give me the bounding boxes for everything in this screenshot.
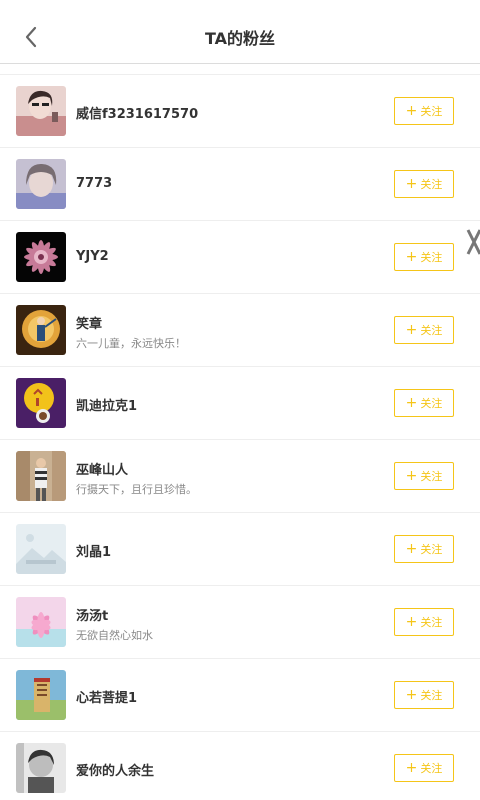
plus-icon: +	[405, 541, 418, 557]
follow-button[interactable]: + 关注	[394, 681, 454, 709]
follow-button[interactable]: + 关注	[394, 316, 454, 344]
user-name[interactable]: 7773	[76, 176, 112, 191]
follow-button[interactable]: + 关注	[394, 462, 454, 490]
follow-label: 关注	[420, 470, 443, 483]
follow-button[interactable]: + 关注	[394, 97, 454, 125]
follow-label: 关注	[420, 762, 443, 775]
user-name[interactable]: YJY2	[76, 249, 109, 264]
follow-label: 关注	[420, 616, 443, 629]
follow-button[interactable]: + 关注	[394, 535, 454, 563]
user-name[interactable]: 凯迪拉克1	[76, 395, 137, 414]
plus-icon: +	[405, 322, 418, 338]
list-item[interactable]: 心若菩提1 + 关注	[0, 659, 480, 732]
follow-button[interactable]: + 关注	[394, 389, 454, 417]
user-signature: 行摄天下，且行且珍惜。	[76, 483, 197, 496]
follow-label: 关注	[420, 397, 443, 410]
plus-icon: +	[405, 687, 418, 703]
avatar[interactable]	[16, 743, 66, 793]
user-name[interactable]: 心若菩提1	[76, 687, 137, 706]
follower-list: 威信f3231617570 + 关注 7773 + 关注 YJY2 + 关注 笑…	[0, 74, 480, 800]
plus-icon: +	[405, 103, 418, 119]
follow-button[interactable]: + 关注	[394, 243, 454, 271]
user-name[interactable]: 巫峰山人	[76, 459, 128, 478]
user-name[interactable]: 爱你的人余生	[76, 760, 154, 779]
list-item[interactable]: 威信f3231617570 + 关注	[0, 75, 480, 148]
list-item[interactable]: 7773 + 关注	[0, 148, 480, 221]
list-item[interactable]: 汤汤t 无欲自然心如水 + 关注	[0, 586, 480, 659]
list-item[interactable]: 凯迪拉克1 + 关注	[0, 367, 480, 440]
close-icon[interactable]	[466, 226, 480, 258]
user-name[interactable]: 笑章	[76, 313, 102, 332]
user-name[interactable]: 威信f3231617570	[76, 103, 198, 122]
avatar[interactable]	[16, 305, 66, 355]
list-item[interactable]: 巫峰山人 行摄天下，且行且珍惜。 + 关注	[0, 440, 480, 513]
user-signature: 无欲自然心如水	[76, 629, 153, 642]
avatar[interactable]	[16, 159, 66, 209]
user-name[interactable]: 汤汤t	[76, 605, 108, 624]
list-item[interactable]: YJY2 + 关注	[0, 221, 480, 294]
list-item[interactable]: 爱你的人余生 + 关注	[0, 732, 480, 800]
list-item[interactable]: 刘晶1 + 关注	[0, 513, 480, 586]
follow-label: 关注	[420, 324, 443, 337]
user-signature: 六一儿童，永远快乐！	[76, 337, 186, 350]
avatar[interactable]	[16, 86, 66, 136]
follow-button[interactable]: + 关注	[394, 608, 454, 636]
avatar[interactable]	[16, 597, 66, 647]
page-title: TA的粉丝	[204, 29, 276, 48]
plus-icon: +	[405, 468, 418, 484]
top-bar: TA的粉丝	[0, 0, 480, 64]
follow-label: 关注	[420, 251, 443, 264]
list-item[interactable]: 笑章 六一儿童，永远快乐！ + 关注	[0, 294, 480, 367]
plus-icon: +	[405, 395, 418, 411]
avatar[interactable]	[16, 670, 66, 720]
avatar[interactable]	[16, 451, 66, 501]
user-name[interactable]: 刘晶1	[76, 541, 111, 560]
plus-icon: +	[405, 176, 418, 192]
avatar[interactable]	[16, 524, 66, 574]
follow-label: 关注	[420, 689, 443, 702]
follow-label: 关注	[420, 105, 443, 118]
follow-button[interactable]: + 关注	[394, 170, 454, 198]
follow-label: 关注	[420, 178, 443, 191]
plus-icon: +	[405, 614, 418, 630]
plus-icon: +	[405, 760, 418, 776]
follow-button[interactable]: + 关注	[394, 754, 454, 782]
follow-label: 关注	[420, 543, 443, 556]
avatar[interactable]	[16, 378, 66, 428]
avatar[interactable]	[16, 232, 66, 282]
plus-icon: +	[405, 249, 418, 265]
